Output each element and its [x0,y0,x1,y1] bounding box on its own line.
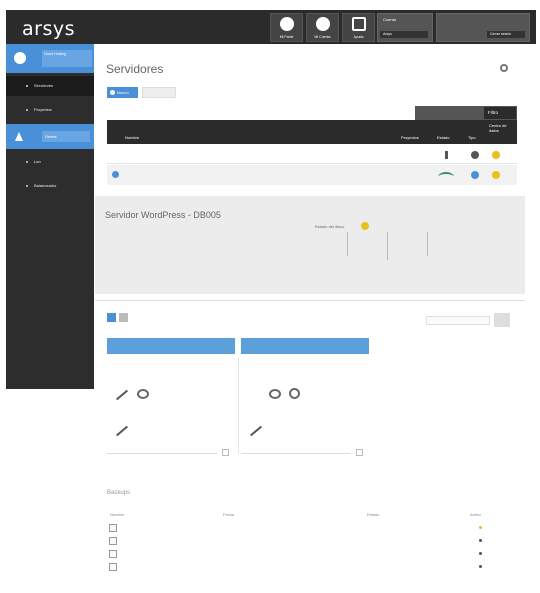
sidebar-item-label: Redes [42,131,90,142]
backups-title: Backups [107,490,131,496]
bullet-icon [26,161,28,163]
column-datacenter[interactable]: Centro de datos [489,123,515,133]
server-card[interactable] [107,338,239,458]
status-dot [479,552,482,555]
panel-button-label: Mi Panel [279,35,294,39]
panel-button[interactable]: Mi Panel [270,13,303,42]
sidebar-header-label: Cloud Hosting [42,50,92,67]
status-dot [479,526,482,529]
table-row[interactable] [107,549,497,560]
help-button-label: Ayuda [353,35,364,39]
account-select[interactable]: Arsys [380,31,428,38]
card-title [107,338,235,354]
server-detail-panel: Servidor WordPress - DB005 Estado del di… [95,196,525,294]
card-divider [241,453,351,454]
loading-icon [438,172,454,182]
column-name: Nombre [110,512,125,517]
status-dot [479,539,482,542]
sidebar-item-label: Servidores [34,83,54,88]
table-row[interactable] [107,536,497,547]
card-checkbox[interactable] [222,449,229,456]
datacenter-icon [492,151,500,159]
datacenter-icon [492,171,500,179]
bullet-icon [26,85,28,87]
bullet-icon [26,185,28,187]
sidebar-item-label: Balanceador [34,183,57,188]
search-icon[interactable] [494,313,510,327]
cloud-icon [14,52,26,64]
account-selector[interactable]: Cuenta Arsys [377,13,433,42]
sidebar-header[interactable]: Cloud Hosting [6,44,94,73]
filter-button[interactable]: Filtro [484,107,516,119]
table-row[interactable] [107,165,517,185]
status-icon [471,151,479,159]
wordpress-icon [289,388,300,399]
sidebar-item-lan[interactable]: Lan [6,152,94,172]
table-row[interactable] [107,562,497,573]
new-server-button[interactable]: Nuevo [107,87,138,98]
network-icon [15,132,23,141]
divider [387,232,388,260]
secondary-action-button[interactable] [142,87,176,98]
power-icon [445,151,448,159]
user-box: Cerrar sesión [436,13,530,42]
card-title [241,338,369,354]
sidebar-item-balancer[interactable]: Balanceador [6,176,94,196]
column-date: Fecha [223,512,235,517]
column-name[interactable]: Nombre [125,135,139,140]
plane-icon [115,389,129,401]
chart-icon [115,425,129,437]
status-icon [471,171,479,179]
help-button[interactable]: Ayuda [342,13,375,42]
account-selector-label: Cuenta [383,17,396,22]
top-bar: arsys Mi Panel Mi Cuenta Ayuda Cuenta Ar… [6,10,536,44]
column-active: Activo [470,512,481,517]
sidebar-item-servers[interactable]: Servidores [6,76,94,96]
sidebar: Cloud Hosting Servidores Proyectos Redes… [6,44,94,389]
grid-view-icon[interactable] [107,313,116,322]
backup-icon [109,550,117,558]
globe-icon [280,17,294,31]
column-state: Estado [367,512,380,517]
backup-icon [109,524,117,532]
table-row[interactable] [107,146,517,164]
account-button-label: Mi Cuenta [314,35,331,39]
card-divider [107,453,217,454]
divider [427,232,428,256]
table-row[interactable] [107,523,497,534]
card-separator [238,358,239,454]
status-dot [479,565,482,568]
bullet-icon [26,109,28,111]
db-icon [269,389,281,399]
sidebar-item-label: Lan [34,159,41,164]
disk-state-icon [361,222,369,230]
backup-icon [109,537,117,545]
divider [347,232,348,256]
column-status[interactable]: Estado [437,135,449,140]
account-button[interactable]: Mi Cuenta [306,13,339,42]
list-view-icon[interactable] [119,313,128,322]
page-title: Servidores [106,62,164,76]
sidebar-item-label: Proyectos [34,107,52,112]
arsys-logo[interactable]: arsys [22,18,75,40]
disk-state-label: Estado del disco [315,224,345,229]
server-detail-name: Servidor WordPress - DB005 [105,210,221,220]
column-type[interactable]: Tipo [468,135,476,140]
user-icon [316,17,330,31]
db-icon [137,389,149,399]
sidebar-item-projects[interactable]: Proyectos [6,100,94,120]
chart-icon [249,425,263,437]
info-icon[interactable] [112,171,119,178]
server-card[interactable] [241,338,369,458]
column-projects[interactable]: Proyectos [401,135,419,140]
help-icon [352,17,366,31]
backup-icon [109,563,117,571]
sidebar-item-networks[interactable]: Redes [6,124,94,149]
card-checkbox[interactable] [356,449,363,456]
search-input[interactable] [426,316,490,325]
gear-icon[interactable] [500,64,508,72]
table-header: Nombre Proyectos Estado Tipo Centro de d… [107,120,517,144]
logout-button[interactable]: Cerrar sesión [487,31,525,38]
